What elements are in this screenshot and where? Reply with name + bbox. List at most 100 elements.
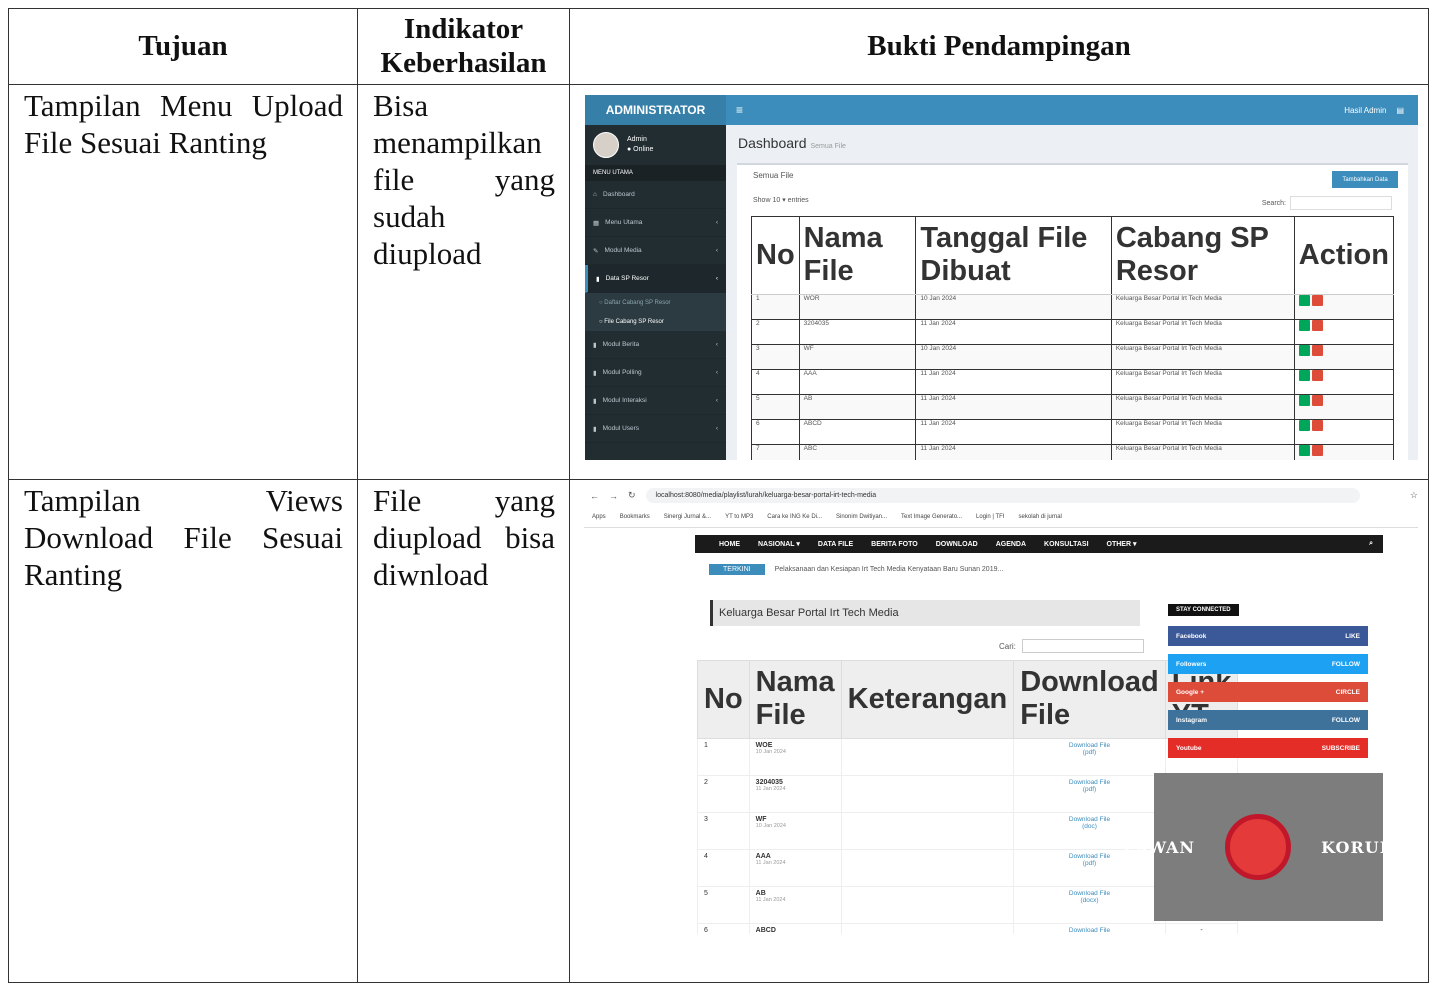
bookmark-item[interactable]: sekolah di jurnal — [1019, 514, 1062, 520]
sidebar-item[interactable]: ▮Data SP Resor‹ — [585, 265, 726, 293]
column-header[interactable]: No — [752, 217, 800, 295]
table-row: 7ABC11 Jan 2024Keluarga Besar Portal Irt… — [752, 444, 1394, 460]
page-title-text: Dashboard — [738, 135, 807, 151]
edit-icon[interactable] — [1299, 395, 1310, 406]
back-icon[interactable]: ← — [590, 491, 599, 501]
nav-item[interactable]: DATA FILE — [818, 541, 853, 548]
nav-item[interactable]: DOWNLOAD — [936, 541, 978, 548]
delete-icon[interactable] — [1312, 295, 1323, 306]
sidebar-item-label: Menu Utama — [605, 219, 642, 226]
bookmark-item[interactable]: Apps — [592, 514, 606, 520]
download-link[interactable]: Download File — [1020, 890, 1159, 897]
column-header[interactable]: Tanggal File Dibuat — [916, 217, 1111, 295]
edit-icon[interactable] — [1299, 345, 1310, 356]
social-button[interactable]: InstagramFOLLOW — [1168, 710, 1368, 730]
column-header[interactable]: Nama File — [749, 661, 841, 739]
action-cell — [1294, 369, 1393, 394]
column-header[interactable]: Action — [1294, 217, 1393, 295]
nav-item[interactable]: HOME — [719, 541, 740, 548]
bookmark-item[interactable]: Login | TFI — [976, 514, 1004, 520]
menu-header: MENU UTAMA — [585, 165, 726, 181]
sidebar-item[interactable]: ▮Modul Users‹ — [585, 415, 726, 443]
nav-item[interactable]: KONSULTASI — [1044, 541, 1088, 548]
ticker-text[interactable]: Pelaksanaan dan Kesiapan Irt Tech Media … — [775, 566, 1004, 573]
search-icon[interactable]: ⌕ — [1369, 540, 1373, 548]
submenu-item[interactable]: ○ Daftar Cabang SP Resor — [585, 293, 726, 312]
social-button[interactable]: YoutubeSUBSCRIBE — [1168, 738, 1368, 758]
bookmark-item[interactable]: Cara ke ING Ke Di... — [767, 514, 822, 520]
sidebar-item[interactable]: ⌂Dashboard — [585, 181, 726, 209]
reload-icon[interactable]: ↻ — [628, 490, 636, 501]
address-bar[interactable]: localhost:8080/media/playlist/lurah/kelu… — [646, 488, 1360, 503]
download-link[interactable]: Download File — [1020, 927, 1159, 934]
edit-icon[interactable] — [1299, 295, 1310, 306]
header-indikator: Indikator Keberhasilan — [358, 9, 570, 85]
show-label: Show — [753, 197, 771, 204]
yt-link-cell: - — [1165, 923, 1238, 934]
admin-brand[interactable]: ADMINISTRATOR — [585, 95, 726, 125]
bookmark-item[interactable]: Sinonim Dwitiyan... — [836, 514, 887, 520]
column-header[interactable]: Nama File — [799, 217, 916, 295]
sidebar-item[interactable]: ▮Modul Interaksi‹ — [585, 387, 726, 415]
column-header[interactable]: Cabang SP Resor — [1111, 217, 1294, 295]
table-cell: 11 Jan 2024 — [916, 369, 1111, 394]
file-date: 11 Jan 2024 — [756, 897, 835, 903]
table-cell: 11 Jan 2024 — [916, 394, 1111, 419]
admin-user-menu[interactable]: Hasil Admin — [1344, 106, 1386, 115]
social-button[interactable]: Google +CIRCLE — [1168, 682, 1368, 702]
social-name: Youtube — [1176, 745, 1202, 752]
row1-tujuan-text: Tampilan Menu Upload File Sesuai Ranting — [9, 85, 357, 161]
download-link[interactable]: Download File — [1020, 779, 1159, 786]
search-label: Cari: — [999, 642, 1016, 651]
search-input[interactable] — [1022, 639, 1144, 653]
sidebar-item[interactable]: ▮Modul Berita‹ — [585, 331, 726, 359]
nav-item[interactable]: OTHER ▾ — [1107, 540, 1137, 548]
user-name: Admin — [627, 135, 653, 145]
nav-item[interactable]: NASIONAL ▾ — [758, 540, 800, 548]
column-header[interactable]: Download File — [1014, 661, 1166, 739]
bookmark-item[interactable]: Text Image Generato... — [901, 514, 962, 520]
table-cell: ABCD — [799, 419, 916, 444]
submenu-item[interactable]: ○ File Cabang SP Resor — [585, 312, 726, 331]
nav-item[interactable]: AGENDA — [996, 541, 1026, 548]
edit-icon[interactable] — [1299, 370, 1310, 381]
bookmark-item[interactable]: Bookmarks — [620, 514, 650, 520]
delete-icon[interactable] — [1312, 420, 1323, 431]
delete-icon[interactable] — [1312, 445, 1323, 456]
nav-item[interactable]: BERITA FOTO — [871, 541, 918, 548]
delete-icon[interactable] — [1312, 395, 1323, 406]
delete-icon[interactable] — [1312, 370, 1323, 381]
download-cell: Download File(docx) — [1014, 886, 1166, 923]
social-button[interactable]: FollowersFOLLOW — [1168, 654, 1368, 674]
edit-icon[interactable] — [1299, 445, 1310, 456]
search-input[interactable] — [1290, 196, 1392, 210]
delete-icon[interactable] — [1312, 320, 1323, 331]
forward-icon[interactable]: → — [609, 491, 618, 501]
menu-toggle-icon[interactable]: ≡ — [736, 103, 743, 117]
entries-select[interactable]: 10 ▾ — [772, 197, 785, 204]
bookmark-item[interactable]: Sinergi Jurnal &... — [664, 514, 711, 520]
settings-icon[interactable]: ▤ — [1396, 106, 1404, 115]
edit-icon[interactable] — [1299, 420, 1310, 431]
sidebar-item[interactable]: ▮Modul Polling‹ — [585, 359, 726, 387]
column-header[interactable]: No — [698, 661, 750, 739]
admin-topbar: ADMINISTRATOR ≡ Hasil Admin ▤ — [585, 95, 1418, 125]
bookmark-item[interactable]: YT to MP3 — [725, 514, 753, 520]
social-button[interactable]: FacebookLIKE — [1168, 626, 1368, 646]
action-buttons — [1299, 295, 1389, 306]
social-name: Instagram — [1176, 717, 1207, 724]
sidebar-item-label: Dashboard — [603, 191, 635, 198]
table-row: 3WF10 Jan 2024Keluarga Besar Portal Irt … — [752, 344, 1394, 369]
column-header[interactable]: Keterangan — [841, 661, 1014, 739]
star-icon[interactable]: ☆ — [1410, 490, 1418, 501]
download-link[interactable]: Download File — [1020, 742, 1159, 749]
file-date: 10 Jan 2024 — [756, 823, 835, 829]
file-name-cell: AAA11 Jan 2024 — [749, 849, 841, 886]
menu-icon: ▮ — [593, 425, 597, 433]
sidebar-item[interactable]: ✎Modul Media‹ — [585, 237, 726, 265]
delete-icon[interactable] — [1312, 345, 1323, 356]
add-data-button[interactable]: Tambahkan Data — [1332, 171, 1398, 188]
edit-icon[interactable] — [1299, 320, 1310, 331]
table-row: 6ABCD11 Jan 2024Keluarga Besar Portal Ir… — [752, 419, 1394, 444]
sidebar-item[interactable]: ▦Menu Utama‹ — [585, 209, 726, 237]
